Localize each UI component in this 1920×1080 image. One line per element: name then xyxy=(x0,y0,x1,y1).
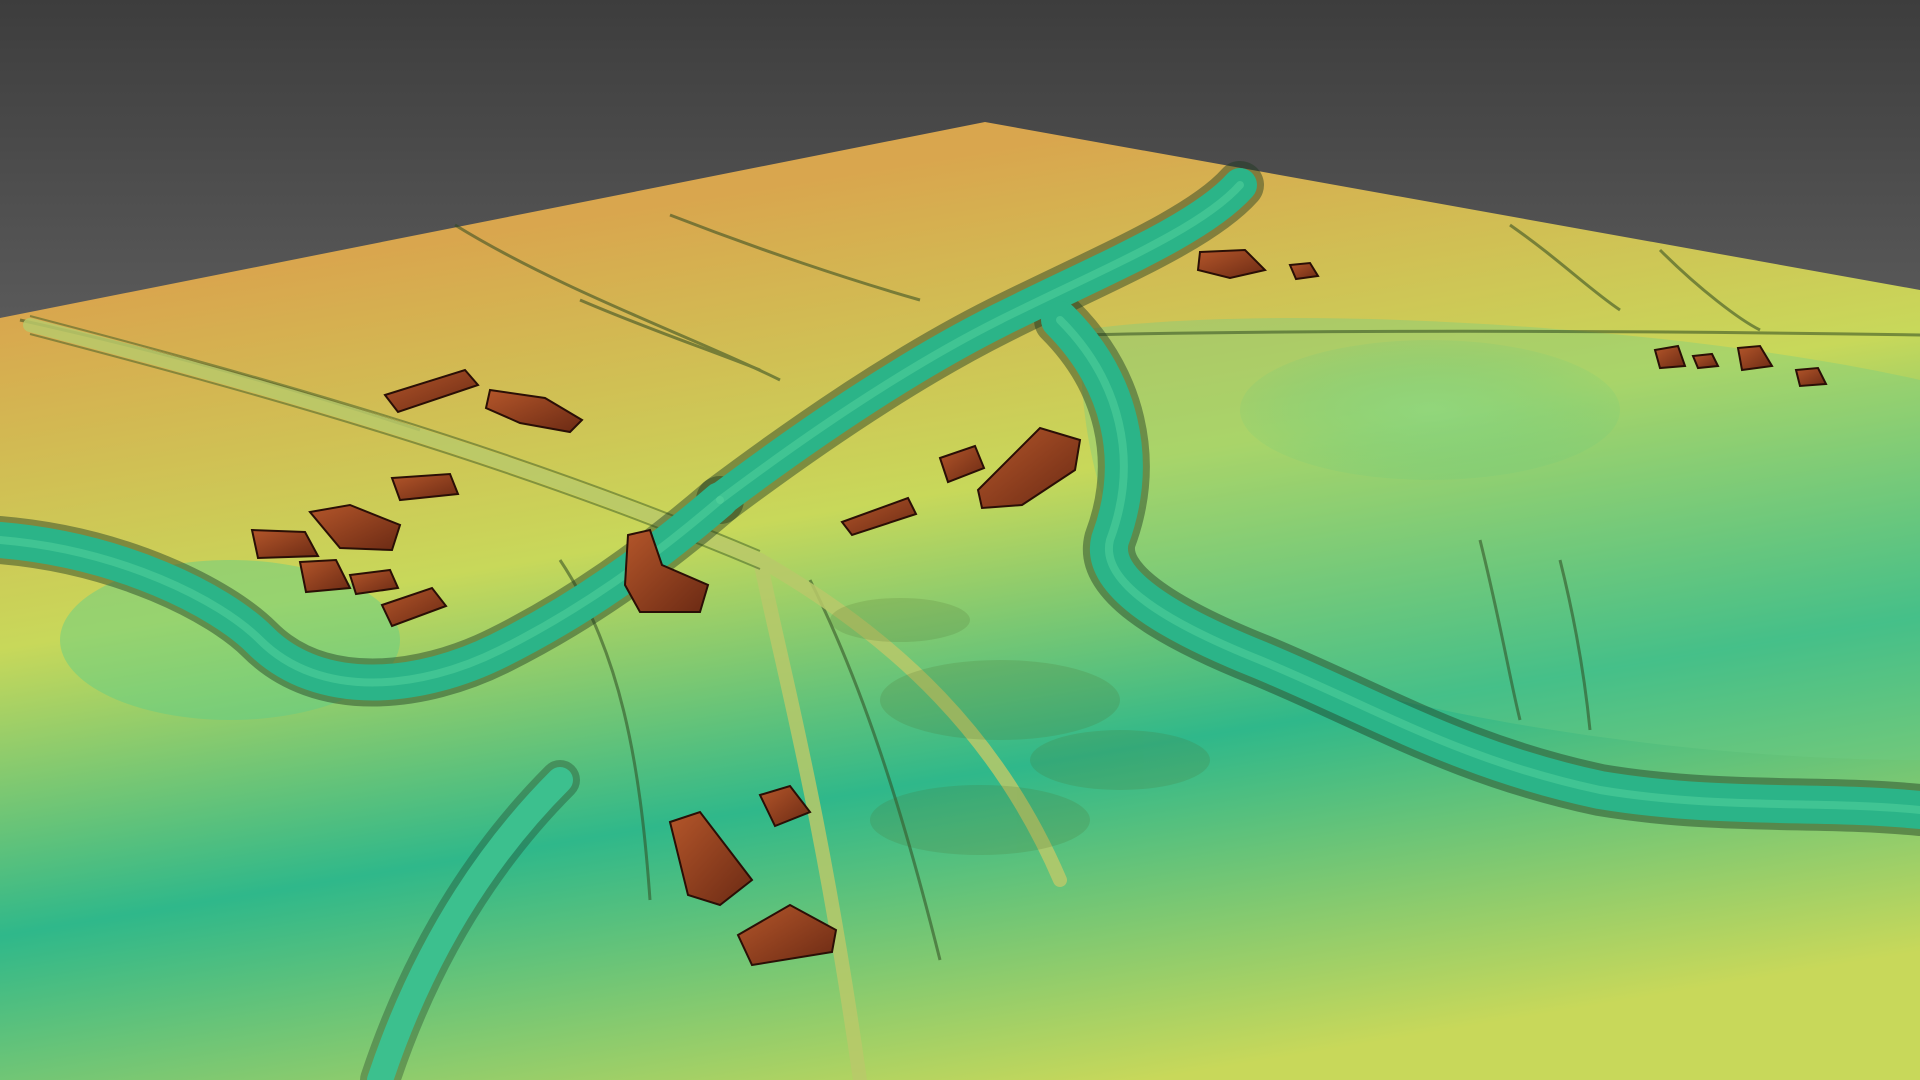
terrain-scene xyxy=(0,0,1920,1080)
meadow-mound xyxy=(1240,340,1620,480)
